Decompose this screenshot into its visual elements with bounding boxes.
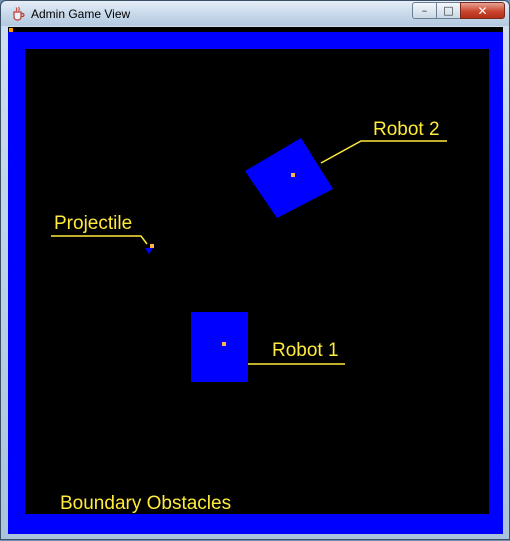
- game-canvas[interactable]: [8, 27, 503, 534]
- maximize-icon: □: [443, 4, 454, 17]
- arena-boundary-wall: [8, 32, 503, 534]
- close-button[interactable]: ✕: [460, 2, 505, 19]
- app-window: Admin Game View – □ ✕ Robot 2 Projectile…: [0, 0, 510, 540]
- minimize-button[interactable]: –: [412, 2, 437, 19]
- boundary-obstacles-label: Boundary Obstacles: [60, 493, 232, 514]
- projectile-label: Projectile: [54, 213, 133, 234]
- robot-2-label: Robot 2: [373, 119, 440, 140]
- minimize-icon: –: [421, 4, 428, 17]
- robot-1-label: Robot 1: [272, 340, 339, 361]
- title-bar[interactable]: Admin Game View – □ ✕: [1, 1, 509, 26]
- java-app-icon: [13, 6, 25, 21]
- maximize-button[interactable]: □: [436, 2, 461, 19]
- window-title: Admin Game View: [31, 7, 131, 21]
- close-icon: ✕: [477, 3, 488, 18]
